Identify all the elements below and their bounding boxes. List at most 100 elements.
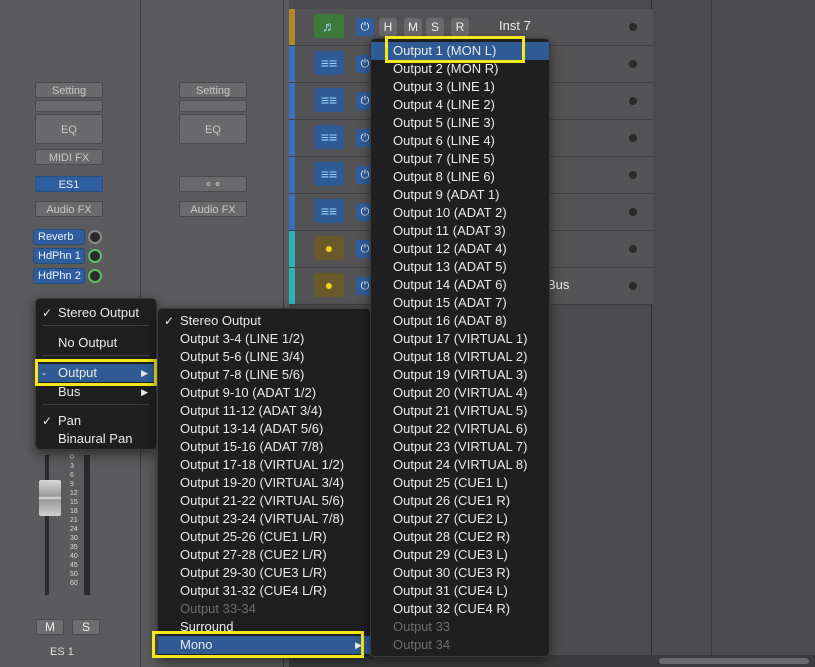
track-record-indicator[interactable] bbox=[629, 171, 637, 179]
mono-output-item[interactable]: Output 4 (LINE 2) bbox=[371, 96, 549, 114]
mono-output-item[interactable]: Output 15 (ADAT 7) bbox=[371, 294, 549, 312]
menu-item-no-output[interactable]: No Output bbox=[36, 334, 156, 352]
mono-output-item[interactable]: Output 27 (CUE2 L) bbox=[371, 510, 549, 528]
mono-output-item[interactable]: Output 17 (VIRTUAL 1) bbox=[371, 330, 549, 348]
midi-fx-slot[interactable]: MIDI FX bbox=[35, 149, 103, 165]
menu-item-pan[interactable]: ✓ Pan bbox=[36, 412, 156, 430]
send-level-knob[interactable] bbox=[88, 230, 102, 244]
mono-output-item[interactable]: Output 25 (CUE1 L) bbox=[371, 474, 549, 492]
link-button[interactable]: ⚬⚬ bbox=[179, 176, 247, 192]
mono-output-item[interactable]: Output 29 (CUE3 L) bbox=[371, 546, 549, 564]
setting-button[interactable]: Setting bbox=[179, 82, 247, 98]
mono-output-item[interactable]: Output 10 (ADAT 2) bbox=[371, 204, 549, 222]
setting-button[interactable]: Setting bbox=[35, 82, 103, 98]
submenu-arrow-icon: ▶ bbox=[141, 368, 148, 378]
menu-item-bus[interactable]: Bus ▶ bbox=[36, 383, 156, 401]
output-submenu-item[interactable]: Output 27-28 (CUE2 L/R) bbox=[158, 546, 370, 564]
menu-item-label: Output 18 (VIRTUAL 2) bbox=[393, 349, 528, 364]
output-submenu-item[interactable]: Output 11-12 (ADAT 3/4) bbox=[158, 402, 370, 420]
output-submenu-item[interactable]: Surround bbox=[158, 618, 370, 636]
track-s-button[interactable]: S bbox=[426, 18, 444, 36]
track-m-button[interactable]: M bbox=[404, 18, 422, 36]
mono-output-item[interactable]: Output 18 (VIRTUAL 2) bbox=[371, 348, 549, 366]
mono-output-item[interactable]: Output 22 (VIRTUAL 6) bbox=[371, 420, 549, 438]
output-submenu-item[interactable]: Output 23-24 (VIRTUAL 7/8) bbox=[158, 510, 370, 528]
output-submenu-item[interactable]: Output 3-4 (LINE 1/2) bbox=[158, 330, 370, 348]
eq-display[interactable]: EQ bbox=[179, 114, 247, 144]
mono-output-item[interactable]: Output 12 (ADAT 4) bbox=[371, 240, 549, 258]
track-power-button[interactable]: ⏻ bbox=[356, 18, 374, 36]
track-h-button[interactable]: H bbox=[379, 18, 397, 36]
send-slot[interactable]: Reverb bbox=[33, 229, 85, 245]
send-slot[interactable]: HdPhn 1 bbox=[33, 248, 85, 264]
output-submenu-item[interactable]: ✓ Stereo Output bbox=[158, 312, 370, 330]
output-submenu-item[interactable]: Output 21-22 (VIRTUAL 5/6) bbox=[158, 492, 370, 510]
menu-item-label: Output 24 (VIRTUAL 8) bbox=[393, 457, 528, 472]
output-submenu-item[interactable]: Output 7-8 (LINE 5/6) bbox=[158, 366, 370, 384]
mono-output-item[interactable]: Output 26 (CUE1 R) bbox=[371, 492, 549, 510]
scrollbar-thumb[interactable] bbox=[659, 658, 809, 664]
mono-output-item[interactable]: Output 9 (ADAT 1) bbox=[371, 186, 549, 204]
instrument-slot[interactable]: ES1 bbox=[35, 176, 103, 192]
mono-output-item[interactable]: Output 21 (VIRTUAL 5) bbox=[371, 402, 549, 420]
track-r-button[interactable]: R bbox=[451, 18, 469, 36]
mono-output-item[interactable]: Output 2 (MON R) bbox=[371, 60, 549, 78]
menu-item-label: Output 8 (LINE 6) bbox=[393, 169, 495, 184]
menu-item-label: Output 7 (LINE 5) bbox=[393, 151, 495, 166]
send-level-knob[interactable] bbox=[88, 269, 102, 283]
mono-output-item[interactable]: Output 31 (CUE4 L) bbox=[371, 582, 549, 600]
output-submenu-item[interactable]: Output 31-32 (CUE4 L/R) bbox=[158, 582, 370, 600]
output-submenu-item[interactable]: Output 17-18 (VIRTUAL 1/2) bbox=[158, 456, 370, 474]
track-record-indicator[interactable] bbox=[629, 60, 637, 68]
menu-separator bbox=[42, 325, 150, 326]
menu-item-binaural-pan[interactable]: Binaural Pan bbox=[36, 430, 156, 448]
output-submenu-item[interactable]: Output 19-20 (VIRTUAL 3/4) bbox=[158, 474, 370, 492]
mono-output-item[interactable]: Output 24 (VIRTUAL 8) bbox=[371, 456, 549, 474]
track-record-indicator[interactable] bbox=[629, 208, 637, 216]
output-submenu-item[interactable]: Mono ▶ bbox=[158, 636, 370, 654]
mono-output-item[interactable]: Output 11 (ADAT 3) bbox=[371, 222, 549, 240]
solo-button[interactable]: S bbox=[72, 619, 100, 635]
output-submenu-item[interactable]: Output 5-6 (LINE 3/4) bbox=[158, 348, 370, 366]
output-submenu-item[interactable]: Output 15-16 (ADAT 7/8) bbox=[158, 438, 370, 456]
track-record-indicator[interactable] bbox=[629, 245, 637, 253]
mono-output-item[interactable]: Output 19 (VIRTUAL 3) bbox=[371, 366, 549, 384]
mono-output-item[interactable]: Output 8 (LINE 6) bbox=[371, 168, 549, 186]
track-record-indicator[interactable] bbox=[629, 97, 637, 105]
mono-output-item[interactable]: Output 30 (CUE3 R) bbox=[371, 564, 549, 582]
mono-output-item[interactable]: Output 3 (LINE 1) bbox=[371, 78, 549, 96]
output-submenu-item[interactable]: Output 13-14 (ADAT 5/6) bbox=[158, 420, 370, 438]
menu-item-label: Output 28 (CUE2 R) bbox=[393, 529, 511, 544]
mute-button[interactable]: M bbox=[36, 619, 64, 635]
mono-output-item[interactable]: Output 6 (LINE 4) bbox=[371, 132, 549, 150]
track-name[interactable]: Inst 7 bbox=[499, 18, 531, 33]
send-slot[interactable]: HdPhn 2 bbox=[33, 268, 85, 284]
volume-fader-track[interactable] bbox=[45, 455, 49, 595]
mono-output-item[interactable]: Output 1 (MON L) bbox=[371, 42, 549, 60]
track-record-indicator[interactable] bbox=[629, 134, 637, 142]
mono-output-item[interactable]: Output 28 (CUE2 R) bbox=[371, 528, 549, 546]
mono-output-item[interactable]: Output 23 (VIRTUAL 7) bbox=[371, 438, 549, 456]
volume-fader-handle[interactable] bbox=[39, 480, 61, 516]
menu-item-stereo-output[interactable]: ✓ Stereo Output bbox=[36, 304, 156, 322]
mono-output-item[interactable]: Output 14 (ADAT 6) bbox=[371, 276, 549, 294]
menu-item-label: Mono bbox=[180, 637, 213, 652]
mono-output-item[interactable]: Output 7 (LINE 5) bbox=[371, 150, 549, 168]
send-level-knob[interactable] bbox=[88, 249, 102, 263]
mono-output-item[interactable]: Output 5 (LINE 3) bbox=[371, 114, 549, 132]
mono-output-item[interactable]: Output 13 (ADAT 5) bbox=[371, 258, 549, 276]
output-submenu-item[interactable]: Output 29-30 (CUE3 L/R) bbox=[158, 564, 370, 582]
mono-output-item[interactable]: Output 32 (CUE4 R) bbox=[371, 600, 549, 618]
menu-item-output[interactable]: - Output ▶ bbox=[36, 364, 156, 382]
audio-fx-slot[interactable]: Audio FX bbox=[35, 201, 103, 217]
track-record-indicator[interactable] bbox=[629, 23, 637, 31]
eq-display[interactable]: EQ bbox=[35, 114, 103, 144]
menu-item-label: Output 22 (VIRTUAL 6) bbox=[393, 421, 528, 436]
track-record-indicator[interactable] bbox=[629, 282, 637, 290]
output-submenu-item[interactable]: Output 25-26 (CUE1 L/R) bbox=[158, 528, 370, 546]
mono-output-item[interactable]: Output 20 (VIRTUAL 4) bbox=[371, 384, 549, 402]
audio-fx-slot[interactable]: Audio FX bbox=[179, 201, 247, 217]
track-name[interactable]: Bus bbox=[547, 277, 569, 292]
mono-output-item[interactable]: Output 16 (ADAT 8) bbox=[371, 312, 549, 330]
output-submenu-item[interactable]: Output 9-10 (ADAT 1/2) bbox=[158, 384, 370, 402]
